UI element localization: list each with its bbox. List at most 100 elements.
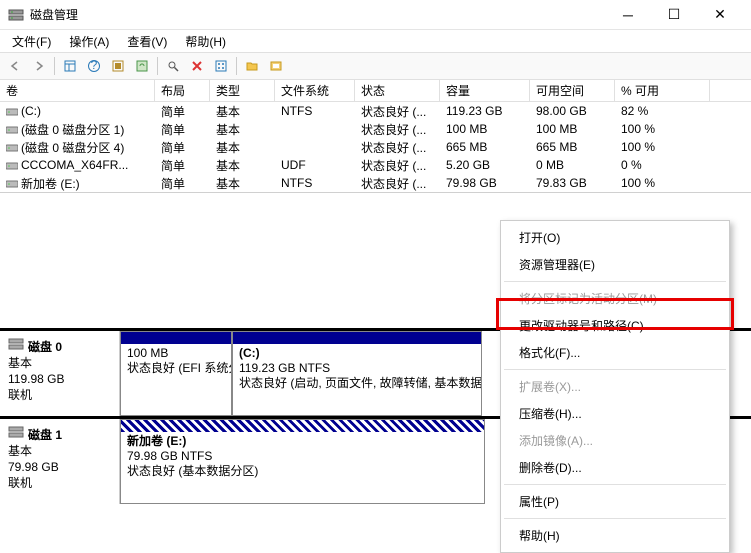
- vol-type: 基本: [210, 175, 275, 192]
- disk-icon: [8, 337, 24, 351]
- vol-layout: 简单: [155, 103, 210, 120]
- table-row[interactable]: CCCOMA_X64FR...简单基本UDF状态良好 (...5.20 GB0 …: [0, 156, 751, 174]
- vol-capacity: 119.23 GB: [440, 104, 530, 118]
- cm-format[interactable]: 格式化(F)...: [503, 339, 727, 366]
- vol-pct: 100 %: [615, 140, 710, 154]
- table-body: (C:)简单基本NTFS状态良好 (...119.23 GB98.00 GB82…: [0, 102, 751, 192]
- folder-icon[interactable]: [241, 55, 263, 77]
- vol-pct: 100 %: [615, 176, 710, 190]
- disk-status: 联机: [8, 475, 111, 491]
- cm-shrink[interactable]: 压缩卷(H)...: [503, 400, 727, 427]
- cm-help[interactable]: 帮助(H): [503, 522, 727, 549]
- col-volume[interactable]: 卷: [0, 80, 155, 101]
- separator: [236, 57, 237, 75]
- help-icon[interactable]: ?: [83, 55, 105, 77]
- partition[interactable]: (C:)119.23 GB NTFS状态良好 (启动, 页面文件, 故障转储, …: [232, 331, 482, 416]
- partition-status: 状态良好 (启动, 页面文件, 故障转储, 基本数据分区): [239, 376, 475, 391]
- vol-pct: 100 %: [615, 122, 710, 136]
- table-row[interactable]: (磁盘 0 磁盘分区 4)简单基本状态良好 (...665 MB665 MB10…: [0, 138, 751, 156]
- cm-change-letter[interactable]: 更改驱动器号和路径(C)...: [503, 312, 727, 339]
- col-capacity[interactable]: 容量: [440, 80, 530, 101]
- menubar: 文件(F) 操作(A) 查看(V) 帮助(H): [0, 30, 751, 52]
- table-row[interactable]: 新加卷 (E:) 简单基本NTFS状态良好 (...79.98 GB79.83 G…: [0, 174, 751, 192]
- volume-icon: [6, 142, 18, 152]
- vol-type: 基本: [210, 157, 275, 174]
- minimize-button[interactable]: ─: [605, 0, 651, 30]
- properties-icon[interactable]: [210, 55, 232, 77]
- app-icon: [8, 7, 24, 23]
- col-layout[interactable]: 布局: [155, 80, 210, 101]
- col-status[interactable]: 状态: [355, 80, 440, 101]
- cm-open[interactable]: 打开(O): [503, 224, 727, 251]
- maximize-button[interactable]: ☐: [651, 0, 697, 30]
- volume-table: 卷 布局 类型 文件系统 状态 容量 可用空间 % 可用 (C:)简单基本NTF…: [0, 80, 751, 193]
- toolbar: ?: [0, 52, 751, 80]
- vol-capacity: 100 MB: [440, 122, 530, 136]
- vol-free: 98.00 GB: [530, 104, 615, 118]
- disk-label[interactable]: 磁盘 0基本119.98 GB联机: [0, 331, 120, 416]
- vol-name: (磁盘 0 磁盘分区 4): [21, 139, 124, 156]
- disk-size: 79.98 GB: [8, 459, 111, 475]
- vol-type: 基本: [210, 121, 275, 138]
- refresh-icon[interactable]: [131, 55, 153, 77]
- disk-label[interactable]: 磁盘 1基本79.98 GB联机: [0, 419, 120, 504]
- vol-capacity: 5.20 GB: [440, 158, 530, 172]
- delete-icon[interactable]: [186, 55, 208, 77]
- vol-pct: 82 %: [615, 104, 710, 118]
- separator: [157, 57, 158, 75]
- disk-type: 基本: [8, 443, 111, 459]
- vol-layout: 简单: [155, 157, 210, 174]
- disk-name: 磁盘 1: [28, 428, 62, 442]
- menu-view[interactable]: 查看(V): [119, 31, 175, 52]
- vol-free: 79.83 GB: [530, 176, 615, 190]
- col-free[interactable]: 可用空间: [530, 80, 615, 101]
- col-type[interactable]: 类型: [210, 80, 275, 101]
- table-row[interactable]: (C:)简单基本NTFS状态良好 (...119.23 GB98.00 GB82…: [0, 102, 751, 120]
- partition-status: 状态良好 (基本数据分区): [127, 464, 478, 479]
- vol-fs: NTFS: [275, 104, 355, 118]
- cm-delete[interactable]: 删除卷(D)...: [503, 454, 727, 481]
- partition-title: (C:): [239, 346, 475, 361]
- partition-header: [121, 420, 484, 432]
- vol-status: 状态良好 (...: [355, 175, 440, 192]
- partition[interactable]: 新加卷 (E:)79.98 GB NTFS状态良好 (基本数据分区): [120, 419, 485, 504]
- menu-help[interactable]: 帮助(H): [177, 31, 234, 52]
- close-button[interactable]: ✕: [697, 0, 743, 30]
- menu-file[interactable]: 文件(F): [4, 31, 59, 52]
- menu-action[interactable]: 操作(A): [61, 31, 117, 52]
- separator: [504, 518, 726, 519]
- vol-status: 状态良好 (...: [355, 121, 440, 138]
- vol-pct: 0 %: [615, 158, 710, 172]
- action-icon[interactable]: [265, 55, 287, 77]
- vol-capacity: 665 MB: [440, 140, 530, 154]
- cm-properties[interactable]: 属性(P): [503, 488, 727, 515]
- col-pct[interactable]: % 可用: [615, 80, 710, 101]
- window-title: 磁盘管理: [30, 6, 605, 23]
- vol-layout: 简单: [155, 175, 210, 192]
- separator: [504, 484, 726, 485]
- table-row[interactable]: (磁盘 0 磁盘分区 1)简单基本状态良好 (...100 MB100 MB10…: [0, 120, 751, 138]
- vol-capacity: 79.98 GB: [440, 176, 530, 190]
- vol-status: 状态良好 (...: [355, 157, 440, 174]
- partition-size: 119.23 GB NTFS: [239, 361, 475, 376]
- disk-status: 联机: [8, 387, 111, 403]
- back-button[interactable]: [4, 55, 26, 77]
- disk-name: 磁盘 0: [28, 340, 62, 354]
- settings-icon[interactable]: [107, 55, 129, 77]
- vol-fs: NTFS: [275, 176, 355, 190]
- partition[interactable]: 100 MB状态良好 (EFI 系统分区): [120, 331, 232, 416]
- cm-mark-active: 将分区标记为活动分区(M): [503, 285, 727, 312]
- view-list-icon[interactable]: [59, 55, 81, 77]
- separator: [504, 281, 726, 282]
- titlebar: 磁盘管理 ─ ☐ ✕: [0, 0, 751, 30]
- vol-name: 新加卷 (E:): [21, 175, 80, 192]
- cm-explorer[interactable]: 资源管理器(E): [503, 251, 727, 278]
- volume-icon: [6, 106, 18, 116]
- forward-button[interactable]: [28, 55, 50, 77]
- disk-size: 119.98 GB: [8, 371, 111, 387]
- svg-text:?: ?: [91, 59, 98, 72]
- search-icon[interactable]: [162, 55, 184, 77]
- vol-name: CCCOMA_X64FR...: [21, 158, 128, 172]
- col-filesystem[interactable]: 文件系统: [275, 80, 355, 101]
- vol-status: 状态良好 (...: [355, 139, 440, 156]
